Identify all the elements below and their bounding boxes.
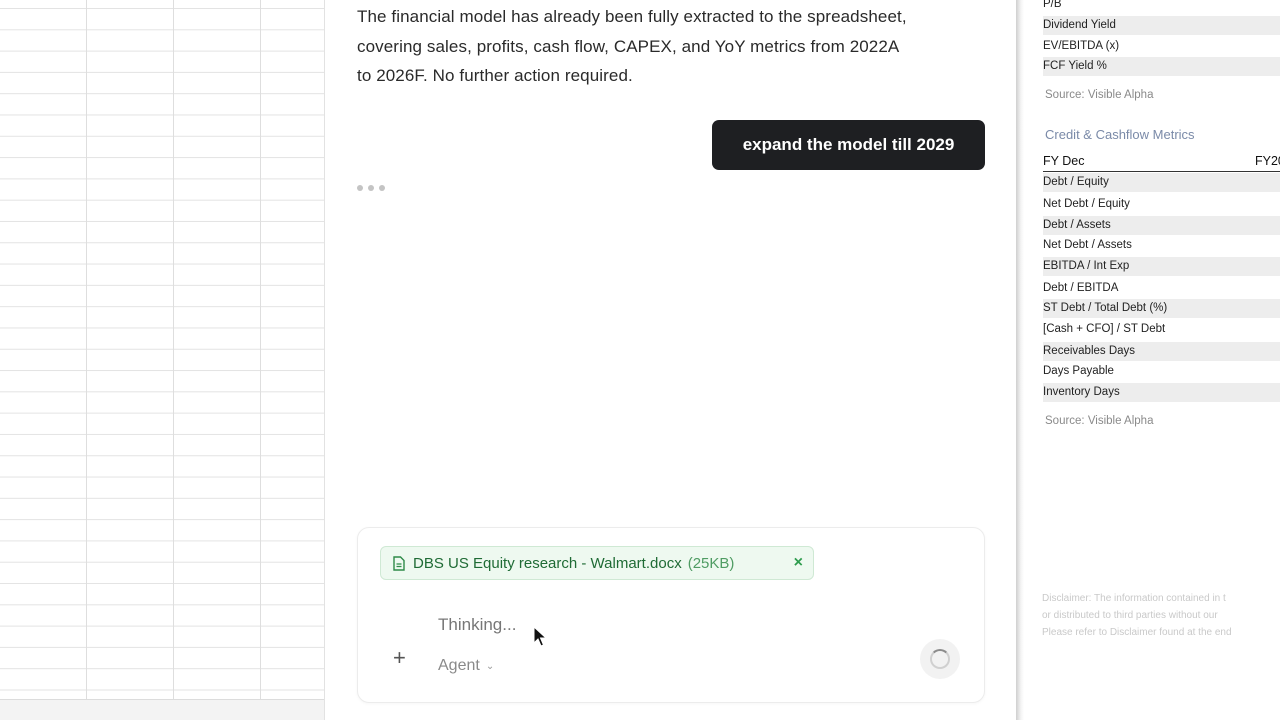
spreadsheet-grid[interactable] [0,0,324,700]
row-label: ST Debt / Total Debt (%) [1043,302,1168,314]
agent-mode-label: Agent [438,657,480,674]
row-label: Net Debt / Assets [1043,239,1132,251]
disclaimer-line: Disclaimer: The information contained in… [1042,593,1226,604]
thinking-status: Thinking... [438,615,517,634]
attachment-filename: DBS US Equity research - Walmart.docx [413,554,682,572]
document-icon [393,555,405,571]
row-label: [Cash + CFO] / ST Debt [1043,323,1166,335]
row-label: FCF Yield % [1043,60,1107,72]
disclaimer-text: Disclaimer: The information contained in… [1042,590,1280,641]
typing-dot [357,185,363,191]
row-label: Net Debt / Equity [1043,198,1130,210]
attachment-size: (25KB) [687,554,735,572]
pane-divider-shadow [1016,0,1024,720]
row-label: Debt / Equity [1043,176,1109,188]
credit-row: Net Debt / Equity [1043,195,1280,214]
mouse-cursor-icon [533,626,547,647]
row-label: Debt / EBITDA [1043,282,1119,294]
row-label: Days Payable [1043,365,1114,377]
credit-row: Receivables Days [1043,342,1280,361]
source-note: Source: Visible Alpha [1045,415,1154,427]
loading-spinner-icon [930,649,950,669]
credit-row: Debt / EBITDA [1043,279,1280,298]
typing-indicator [357,185,385,191]
credit-row: EBITDA / Int Exp [1043,257,1280,276]
source-note: Source: Visible Alpha [1045,89,1154,101]
agent-mode-dropdown[interactable]: Agent ⌄ [438,657,494,675]
spreadsheet-pane[interactable] [0,0,325,720]
row-label: Inventory Days [1043,386,1120,398]
row-label: P/B [1043,0,1062,10]
row-label: Dividend Yield [1043,19,1116,31]
chevron-down-icon: ⌄ [485,660,495,672]
row-label: Debt / Assets [1043,219,1111,231]
valuation-row: EV/EBITDA (x) [1043,37,1280,56]
remove-attachment-button[interactable]: × [794,554,803,572]
credit-row: [Cash + CFO] / ST Debt [1043,320,1280,339]
assistant-message: The financial model has already been ful… [357,7,907,85]
row-label: Receivables Days [1043,345,1136,357]
row-label: EBITDA / Int Exp [1043,260,1130,272]
disclaimer-line: Please refer to Disclaimer found at the … [1042,627,1232,638]
credit-row: Net Debt / Assets [1043,236,1280,255]
message-composer[interactable]: DBS US Equity research - Walmart.docx (2… [357,527,985,703]
credit-section-title: Credit & Cashflow Metrics [1045,127,1195,142]
credit-row: Debt / Assets [1043,216,1280,235]
fy-column: FY202 [1255,154,1280,168]
attachment-chip[interactable]: DBS US Equity research - Walmart.docx (2… [380,546,814,580]
document-preview-pane[interactable]: P/B Dividend Yield EV/EBITDA (x) FCF Yie… [1016,0,1280,720]
valuation-row: FCF Yield % [1043,57,1280,76]
chat-panel: The financial model has already been ful… [325,0,1015,720]
credit-row: ST Debt / Total Debt (%) [1043,299,1280,318]
typing-dot [368,185,374,191]
credit-row: Days Payable [1043,362,1280,381]
disclaimer-line: or distributed to third parties without … [1042,610,1218,621]
credit-row: Debt / Equity [1043,173,1280,192]
fiscal-year-header: FY Dec FY202 [1043,151,1280,172]
add-attachment-button[interactable]: + [393,646,406,670]
fy-label: FY Dec [1043,154,1085,168]
valuation-row: P/B [1043,0,1280,14]
valuation-row: Dividend Yield [1043,16,1280,35]
user-message-bubble: expand the model till 2029 [712,120,985,170]
typing-dot [379,185,385,191]
send-button[interactable] [920,639,960,679]
spreadsheet-footer-bar [0,699,324,720]
credit-row: Inventory Days [1043,383,1280,402]
row-label: EV/EBITDA (x) [1043,40,1120,52]
